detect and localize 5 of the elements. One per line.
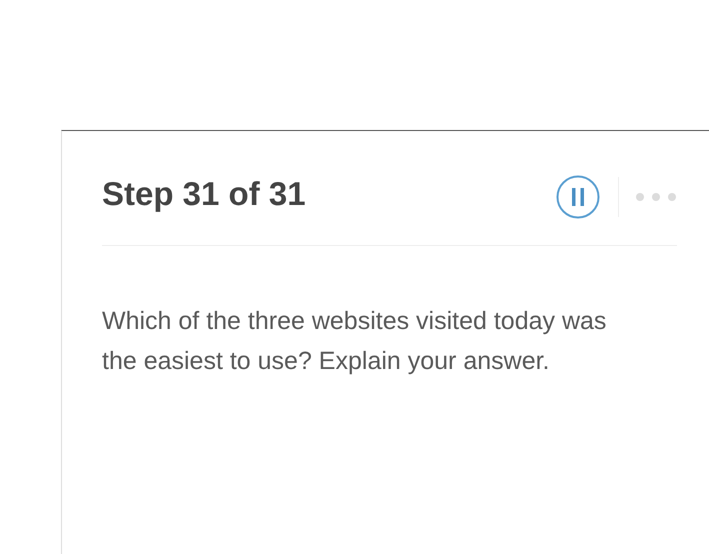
step-title: Step 31 of 31 [102,174,306,213]
question-text: Which of the three websites visited today was the easiest to use? Explain your answer. [102,306,608,377]
pause-icon [556,175,600,219]
pause-button[interactable] [556,175,600,219]
more-icon [635,192,677,202]
